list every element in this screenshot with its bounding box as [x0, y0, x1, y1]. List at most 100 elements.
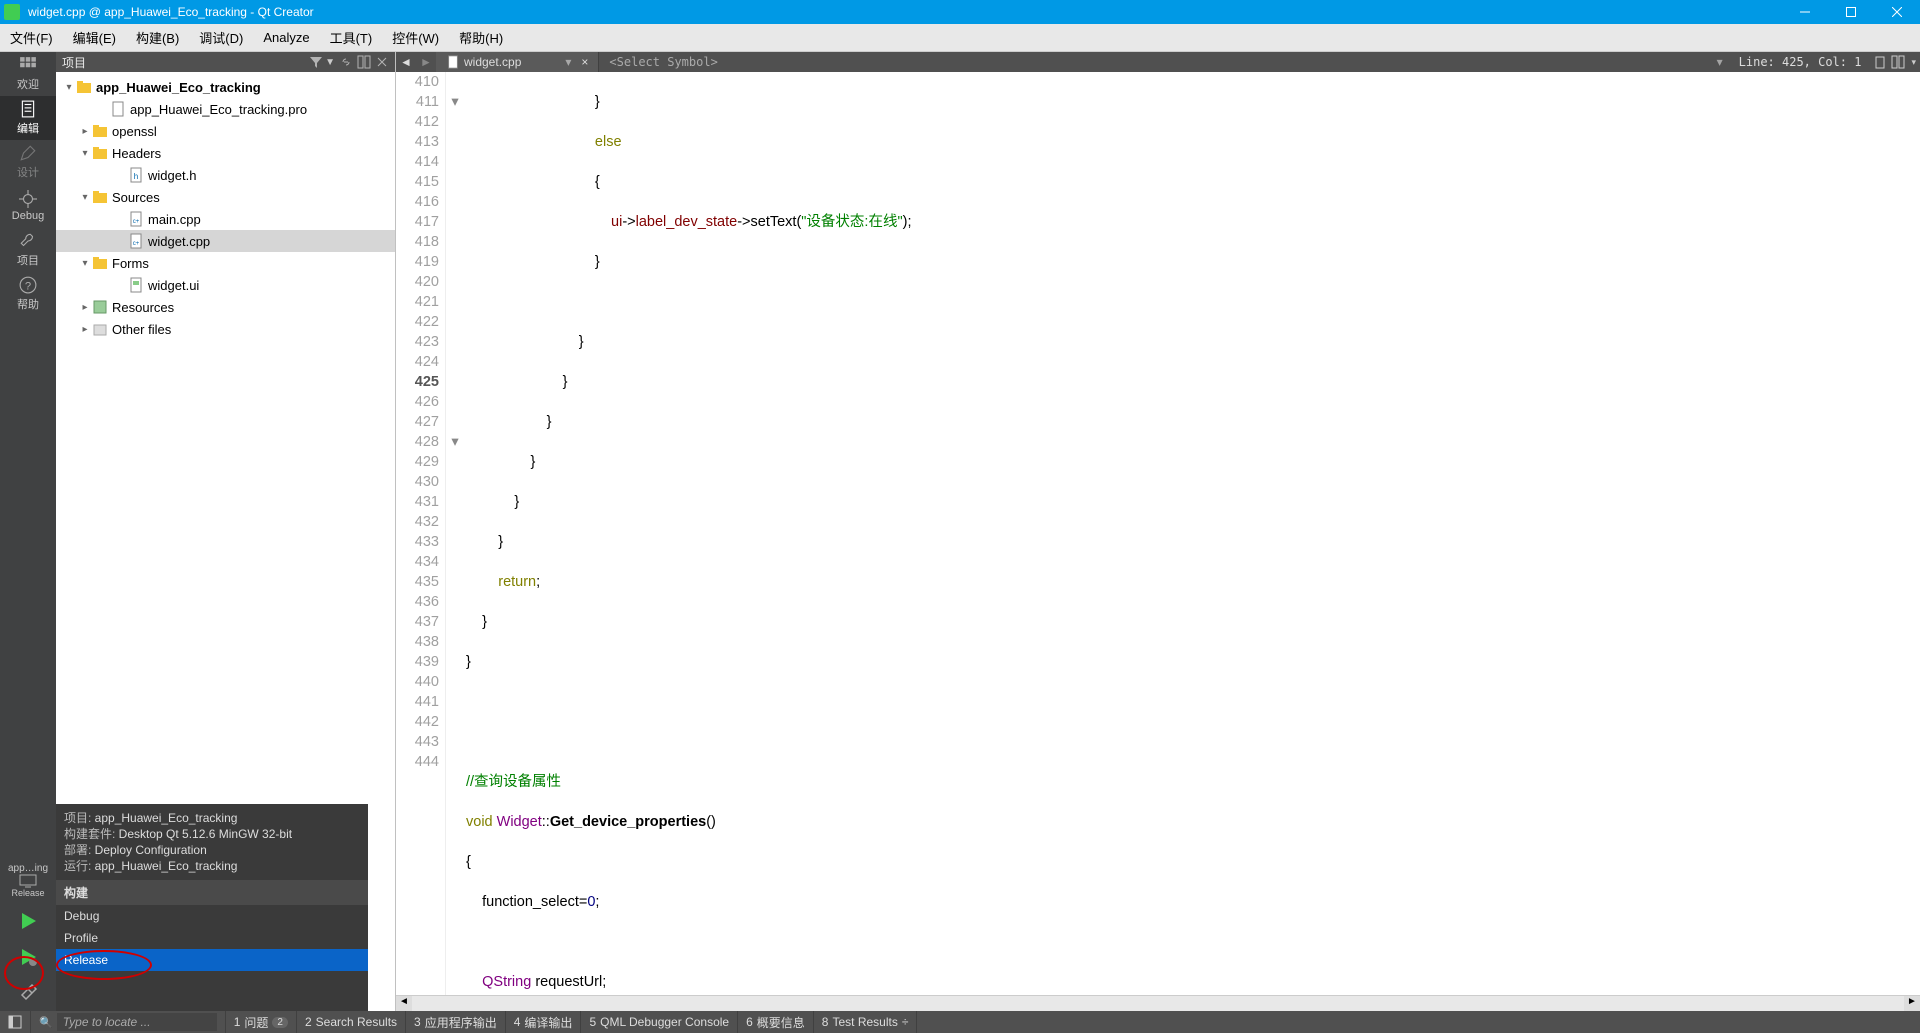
chevron-down-icon[interactable]: ▾	[78, 258, 92, 269]
output-tab-issues[interactable]: 1 问题 2	[226, 1011, 297, 1033]
output-tab-app-output[interactable]: 3 应用程序输出	[406, 1011, 506, 1033]
code-editor[interactable]: 4104114124134144154164174184194204214224…	[396, 72, 1920, 995]
menu-build[interactable]: 构建(B)	[126, 24, 189, 51]
line-number-gutter: 4104114124134144154164174184194204214224…	[396, 72, 446, 995]
mode-sidebar: 欢迎 编辑 设计 Debug 项目 ? 帮助 app…ing Release	[0, 52, 56, 1011]
tree-other-label: Other files	[112, 322, 171, 337]
locator[interactable]: 🔍 Type to locate ...	[31, 1011, 226, 1033]
build-opt-debug[interactable]: Debug	[56, 905, 368, 927]
minimize-button[interactable]	[1782, 0, 1828, 24]
nav-forward-button[interactable]: ►	[416, 55, 436, 69]
maximize-button[interactable]	[1828, 0, 1874, 24]
menu-tools[interactable]: 工具(T)	[320, 24, 383, 51]
scroll-track[interactable]	[412, 996, 1904, 1011]
tree-root[interactable]: ▾ app_Huawei_Eco_tracking	[56, 76, 395, 98]
panel-icon	[8, 1015, 22, 1029]
fold-column[interactable]: ▾▾	[446, 72, 464, 995]
tree-resources[interactable]: ▸ Resources	[56, 296, 395, 318]
search-icon: 🔍	[39, 1016, 53, 1029]
project-panel-header: 项目 ▼	[56, 52, 395, 72]
filter-icon[interactable]	[309, 55, 323, 69]
tree-main-cpp[interactable]: c+ main.cpp	[56, 208, 395, 230]
chevron-down-icon[interactable]: ▾	[78, 192, 92, 203]
tree-openssl[interactable]: ▸ openssl	[56, 120, 395, 142]
file-tab[interactable]: widget.cpp ▾ ×	[436, 52, 599, 72]
tree-forms[interactable]: ▾ Forms	[56, 252, 395, 274]
locator-input[interactable]: Type to locate ...	[57, 1013, 217, 1031]
tree-widget-h[interactable]: h widget.h	[56, 164, 395, 186]
output-tab-search[interactable]: 2 Search Results	[297, 1011, 406, 1033]
split-editor-icon[interactable]	[1891, 55, 1905, 69]
mode-edit-label: 编辑	[17, 120, 39, 136]
chevron-right-icon[interactable]: ▸	[78, 302, 92, 313]
chevron-right-icon[interactable]: ▸	[78, 126, 92, 137]
menu-analyze[interactable]: Analyze	[253, 24, 319, 51]
cpp-file-icon: c+	[128, 233, 144, 249]
code-content[interactable]: } else { ui->label_dev_state->setText("设…	[464, 72, 1920, 995]
tree-widget-ui[interactable]: widget.ui	[56, 274, 395, 296]
tab-label: 概要信息	[757, 1014, 805, 1031]
build-opt-release[interactable]: Release	[56, 949, 368, 971]
bookmark-icon[interactable]	[1873, 55, 1887, 69]
svg-text:c+: c+	[133, 219, 140, 225]
chevron-down-icon[interactable]: ▾	[62, 82, 76, 93]
mode-debug[interactable]: Debug	[0, 184, 56, 228]
menu-file[interactable]: 文件(F)	[0, 24, 63, 51]
tree-sources[interactable]: ▾ Sources	[56, 186, 395, 208]
tree-other[interactable]: ▸ Other files	[56, 318, 395, 340]
output-tab-compile[interactable]: 4 编译输出	[506, 1011, 582, 1033]
symbol-selector[interactable]: <Select Symbol>	[599, 55, 1716, 69]
symbol-dropdown-icon[interactable]: ▾	[1717, 55, 1723, 69]
qt-logo-icon	[4, 4, 20, 20]
menu-help[interactable]: 帮助(H)	[449, 24, 513, 51]
mode-projects[interactable]: 项目	[0, 228, 56, 272]
output-tab-general[interactable]: 6 概要信息	[738, 1011, 814, 1033]
issues-badge: 2	[272, 1017, 288, 1028]
tree-widget-ui-label: widget.ui	[148, 278, 199, 293]
mode-design[interactable]: 设计	[0, 140, 56, 184]
menu-edit[interactable]: 编辑(E)	[63, 24, 126, 51]
tab-dropdown-icon[interactable]: ▾	[565, 55, 571, 69]
link-icon[interactable]	[339, 55, 353, 69]
window-title: widget.cpp @ app_Huawei_Eco_tracking - Q…	[24, 5, 1782, 19]
build-button[interactable]	[0, 975, 56, 1011]
popup-deploy-key: 部署:	[64, 843, 95, 857]
run-debug-button[interactable]	[0, 939, 56, 975]
menu-bar: 文件(F) 编辑(E) 构建(B) 调试(D) Analyze 工具(T) 控件…	[0, 24, 1920, 52]
tab-label: 应用程序输出	[425, 1014, 497, 1031]
target-selector[interactable]: app…ing Release	[0, 857, 56, 903]
project-panel: 项目 ▼ ▾ app_Huawei_Eco_tracking app_Huawe…	[56, 52, 396, 1011]
output-tab-tests[interactable]: 8 Test Results ÷	[814, 1011, 918, 1033]
menu-widgets[interactable]: 控件(W)	[382, 24, 449, 51]
svg-text:c+: c+	[133, 241, 140, 247]
mode-edit[interactable]: 编辑	[0, 96, 56, 140]
horizontal-scrollbar[interactable]: ◄ ►	[396, 995, 1920, 1011]
tree-headers[interactable]: ▾ Headers	[56, 142, 395, 164]
scroll-right-button[interactable]: ►	[1904, 996, 1920, 1011]
build-opt-profile[interactable]: Profile	[56, 927, 368, 949]
header-file-icon: h	[128, 167, 144, 183]
split-icon[interactable]	[357, 55, 371, 69]
split-dropdown-icon[interactable]: ▾	[1911, 57, 1916, 68]
run-button[interactable]	[0, 903, 56, 939]
close-panel-icon[interactable]	[375, 55, 389, 69]
mode-welcome[interactable]: 欢迎	[0, 52, 56, 96]
menu-debug[interactable]: 调试(D)	[189, 24, 253, 51]
close-tab-icon[interactable]: ×	[581, 55, 588, 69]
tab-label: QML Debugger Console	[600, 1015, 729, 1029]
nav-back-button[interactable]: ◄	[396, 55, 416, 69]
scroll-left-button[interactable]: ◄	[396, 996, 412, 1011]
dropdown-icon[interactable]: ▼	[325, 57, 335, 68]
output-tab-qml[interactable]: 5 QML Debugger Console	[581, 1011, 738, 1033]
popup-project-val: app_Huawei_Eco_tracking	[95, 811, 238, 825]
chevron-right-icon[interactable]: ▸	[78, 324, 92, 335]
chevron-down-icon[interactable]: ▾	[78, 148, 92, 159]
tree-pro-file[interactable]: app_Huawei_Eco_tracking.pro	[56, 98, 395, 120]
cursor-position: Line: 425, Col: 1	[1729, 55, 1872, 69]
toggle-sidebar-button[interactable]	[0, 1011, 31, 1033]
tree-widget-cpp[interactable]: c+ widget.cpp	[56, 230, 395, 252]
close-button[interactable]	[1874, 0, 1920, 24]
wrench-icon	[19, 232, 37, 250]
mode-help[interactable]: ? 帮助	[0, 272, 56, 316]
popup-run-val: app_Huawei_Eco_tracking	[95, 859, 238, 873]
